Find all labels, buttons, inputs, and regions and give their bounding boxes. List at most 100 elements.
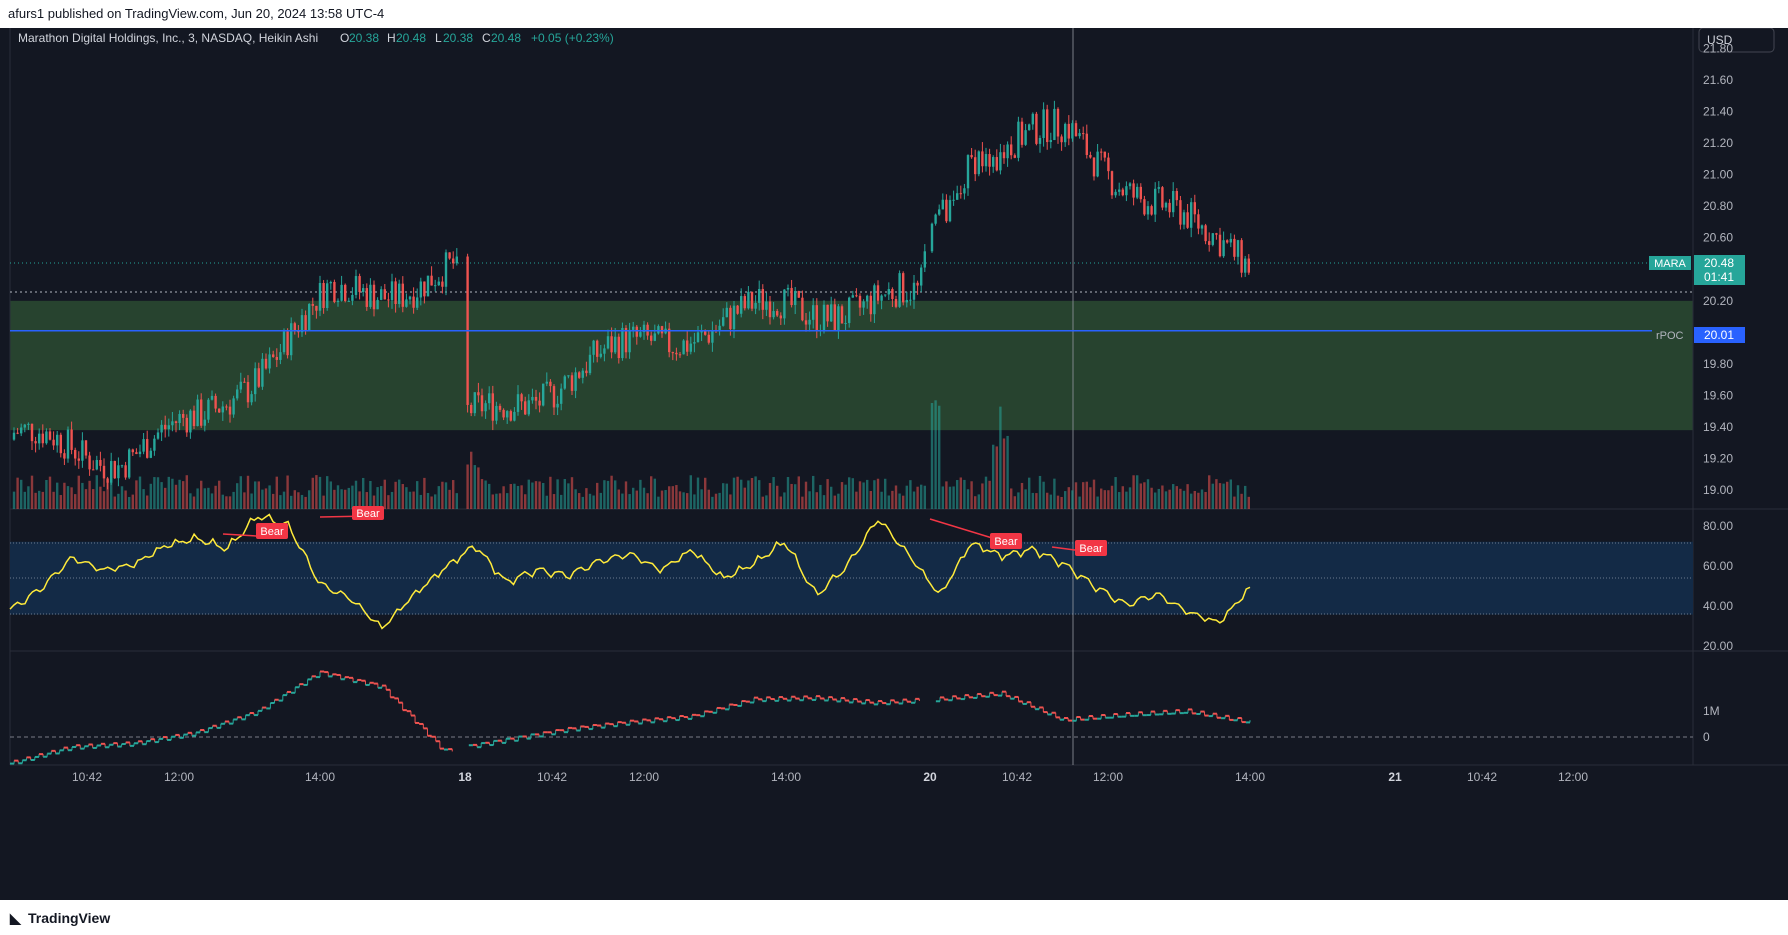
candle-body	[236, 389, 239, 399]
volume-bar	[542, 482, 545, 509]
candle-body	[142, 439, 145, 452]
price-tick-10: 19.40	[1703, 420, 1733, 434]
legend-h-label: H	[387, 31, 396, 45]
candle-body	[592, 340, 595, 355]
volume-bar	[236, 483, 239, 509]
time-tick-8: 10:42	[1002, 770, 1032, 784]
volume-bar	[340, 489, 343, 509]
volume-bar	[221, 494, 224, 509]
candle-body	[1247, 258, 1250, 273]
volume-bar	[84, 489, 88, 509]
volume-bar	[1132, 475, 1135, 509]
candle-body	[563, 376, 566, 389]
time-tick-2: 14:00	[305, 770, 335, 784]
tradingview-brand[interactable]: ◣ TradingView	[10, 910, 110, 927]
candle-body	[938, 209, 941, 215]
volume-bar	[848, 477, 851, 509]
bear-label-2: Bear	[352, 506, 384, 520]
volume-bar	[232, 491, 235, 509]
volume-bar	[592, 495, 595, 509]
candle-body	[412, 296, 415, 308]
volume-bar	[1074, 482, 1078, 509]
candle-body	[480, 395, 484, 412]
candle-body	[38, 433, 41, 444]
candle-body	[477, 392, 480, 396]
svg-text:40.00: 40.00	[1703, 599, 1733, 613]
volume-bar	[1193, 490, 1196, 509]
chart-svg[interactable]: Bear Bear Bear Bear Marathon Digital Hol…	[0, 27, 1788, 900]
volume-bar	[434, 494, 437, 509]
candle-body	[970, 155, 973, 158]
time-tick-0: 10:42	[72, 770, 102, 784]
publish-header: afurs1 published on TradingView.com, Jun…	[0, 0, 1788, 28]
candle-body	[689, 343, 692, 352]
volume-bar	[369, 480, 372, 509]
candle-body	[567, 375, 570, 377]
volume-bar	[59, 495, 62, 509]
candle-body	[502, 409, 505, 418]
volume-bar	[945, 481, 948, 509]
candle-body	[768, 301, 772, 318]
candle-body	[966, 155, 970, 189]
candle-body	[387, 299, 390, 301]
volume-bar	[606, 480, 610, 509]
volume-bar	[725, 483, 728, 509]
volume-bar	[588, 493, 592, 509]
volume-bar	[938, 405, 941, 509]
candle-body	[934, 214, 937, 224]
volume-bar	[898, 493, 901, 509]
volume-bar	[45, 479, 48, 509]
volume-bar	[574, 489, 577, 509]
candle-body	[419, 281, 422, 298]
candle-body	[610, 336, 613, 353]
volume-bar	[887, 495, 890, 509]
svg-text:1M: 1M	[1703, 704, 1720, 718]
svg-text:Bear: Bear	[1079, 543, 1103, 555]
volume-bar	[405, 487, 408, 509]
volume-bar	[639, 479, 642, 509]
volume-bar	[318, 476, 322, 509]
volume-bar	[686, 493, 689, 509]
candle-body	[261, 358, 264, 387]
candle-body	[354, 276, 358, 295]
candle-body	[534, 396, 538, 401]
volume-bar	[23, 491, 26, 509]
candle-body	[1103, 151, 1106, 158]
candle-body	[1161, 187, 1164, 208]
candle-body	[128, 449, 131, 478]
candle-body	[754, 302, 757, 309]
candle-body	[952, 199, 955, 201]
volume-bar	[326, 476, 329, 509]
candle-body	[1028, 124, 1031, 131]
volume-bar	[689, 475, 692, 509]
candle-body	[12, 432, 16, 440]
candle-body	[416, 297, 419, 308]
volume-bar	[426, 492, 430, 509]
volume-bar	[92, 489, 95, 509]
chart-area[interactable]: Bear Bear Bear Bear Marathon Digital Hol…	[0, 27, 1788, 900]
volume-bar	[617, 489, 620, 509]
volume-bar	[1172, 484, 1175, 509]
volume-bar	[815, 492, 818, 509]
volume-bar	[876, 478, 880, 509]
volume-bar	[1006, 435, 1009, 509]
candle-body	[304, 315, 307, 331]
candle-body	[398, 283, 401, 305]
volume-bar	[714, 493, 718, 509]
volume-bar	[495, 493, 498, 509]
symbol-title: Marathon Digital Holdings, Inc., 3, NASD…	[18, 31, 318, 45]
volume-bar	[333, 489, 336, 509]
volume-bar	[794, 484, 797, 509]
candle-body	[516, 394, 520, 412]
volume-bar	[722, 483, 725, 509]
volume-bar	[279, 495, 282, 509]
candle-body	[884, 294, 887, 296]
candle-body	[286, 331, 289, 356]
volume-bar	[1179, 488, 1182, 509]
volume-bar	[783, 492, 786, 509]
price-pane[interactable]	[10, 28, 1693, 509]
candle-body	[920, 267, 923, 286]
candle-body	[660, 326, 664, 334]
candle-body	[88, 455, 91, 470]
candle-body	[200, 399, 203, 426]
